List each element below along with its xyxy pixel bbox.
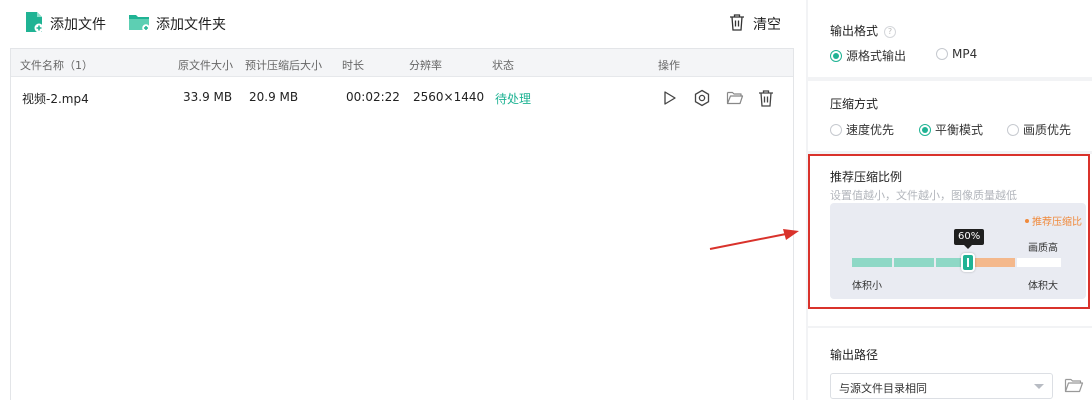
radio-mp4-label: MP4 <box>952 47 978 61</box>
radio-source-format-label: 源格式输出 <box>846 49 907 63</box>
slider-segment-recommended[interactable] <box>975 258 1015 267</box>
compress-mode-card: 压缩方式 速度优先 平衡模式 画质优先 <box>808 81 1092 151</box>
add-file-button[interactable]: 添加文件 <box>24 12 106 36</box>
estimated-size: 20.9 MB <box>249 90 299 104</box>
output-format-title-text: 输出格式 <box>830 24 879 38</box>
radio-speed-priority-label: 速度优先 <box>846 123 895 137</box>
radio-quality-priority[interactable]: 画质优先 <box>1007 121 1071 138</box>
add-folder-icon <box>128 12 156 36</box>
column-header-est-size: 预计压缩后大小 <box>245 59 322 72</box>
radio-selected-icon <box>919 123 931 136</box>
compress-mode-title: 压缩方式 <box>830 97 879 111</box>
slider-value-tooltip: 60% <box>954 229 985 249</box>
settings-icon[interactable] <box>691 87 713 109</box>
radio-unselected-icon <box>1007 123 1019 136</box>
radio-speed-priority[interactable]: 速度优先 <box>830 121 894 138</box>
radio-unselected-icon <box>830 123 842 136</box>
column-header-status: 状态 <box>492 59 514 72</box>
help-icon[interactable]: ? <box>884 26 897 38</box>
column-header-orig-size: 原文件大小 <box>178 59 233 72</box>
size-large-label: 体积大 <box>1028 281 1058 292</box>
file-name: 视频-2.mp4 <box>22 92 89 106</box>
table-header: 文件名称（1） 原文件大小 预计压缩后大小 时长 分辨率 状态 操作 <box>11 49 793 77</box>
radio-unselected-icon <box>936 48 948 60</box>
add-folder-button[interactable]: 添加文件夹 <box>128 12 226 36</box>
file-panel: 添加文件 添加文件夹 清空 文件名称（1） 原文件大小 预计压缩后大小 时长 分… <box>0 0 806 400</box>
table-row[interactable]: 视频-2.mp4 33.9 MB 20.9 MB 00:02:22 2560×1… <box>11 81 793 115</box>
slider-segment[interactable] <box>852 258 892 267</box>
chevron-down-icon <box>1034 384 1044 389</box>
slider-segment[interactable] <box>894 258 934 267</box>
output-format-title: 输出格式? <box>830 22 897 39</box>
output-path-select[interactable]: 与源文件目录相同 <box>830 373 1053 399</box>
legend-dot-icon <box>1025 219 1029 223</box>
settings-panel: 输出格式? 源格式输出 MP4 压缩方式 速度优先 平衡模式 画质优先 推荐压缩… <box>808 0 1092 400</box>
original-size: 33.9 MB <box>183 90 233 104</box>
file-list: 文件名称（1） 原文件大小 预计压缩后大小 时长 分辨率 状态 操作 视频-2.… <box>10 48 794 400</box>
slider-thumb[interactable] <box>961 253 975 272</box>
column-header-actions: 操作 <box>658 59 680 72</box>
delete-icon[interactable] <box>755 87 777 109</box>
browse-folder-icon[interactable] <box>1064 377 1084 397</box>
open-folder-icon[interactable] <box>724 87 746 109</box>
size-small-label: 体积小 <box>852 281 882 292</box>
clear-button[interactable]: 清空 <box>729 12 781 36</box>
radio-quality-priority-label: 画质优先 <box>1023 123 1072 137</box>
column-header-name: 文件名称（1） <box>20 59 93 72</box>
column-header-resolution: 分辨率 <box>409 59 442 72</box>
duration: 00:02:22 <box>346 90 400 104</box>
radio-mp4[interactable]: MP4 <box>936 47 977 61</box>
column-header-duration: 时长 <box>342 59 364 72</box>
trash-icon <box>729 13 751 35</box>
ratio-slider-box: 推荐压缩比 60% 画质高 体积小 体积大 <box>830 203 1086 299</box>
resolution: 2560×1440 <box>413 90 485 104</box>
recommend-legend-label: 推荐压缩比 <box>1032 217 1082 228</box>
add-file-icon <box>24 11 50 37</box>
radio-source-format[interactable]: 源格式输出 <box>830 47 906 64</box>
radio-selected-icon <box>830 49 842 62</box>
output-format-card: 输出格式? 源格式输出 MP4 <box>808 0 1092 77</box>
clear-label: 清空 <box>753 17 781 33</box>
toolbar: 添加文件 添加文件夹 清空 <box>0 0 806 48</box>
output-path-title: 输出路径 <box>830 348 879 362</box>
quality-high-label: 画质高 <box>1028 243 1058 254</box>
status-badge: 待处理 <box>495 92 532 106</box>
radio-balanced[interactable]: 平衡模式 <box>919 121 983 138</box>
play-icon[interactable] <box>658 87 680 109</box>
add-file-label: 添加文件 <box>50 17 106 33</box>
add-folder-label: 添加文件夹 <box>156 17 226 33</box>
recommend-legend: 推荐压缩比 <box>1025 213 1082 228</box>
output-path-value: 与源文件目录相同 <box>839 382 927 395</box>
slider-segment[interactable] <box>1017 258 1061 267</box>
radio-balanced-label: 平衡模式 <box>935 123 984 137</box>
